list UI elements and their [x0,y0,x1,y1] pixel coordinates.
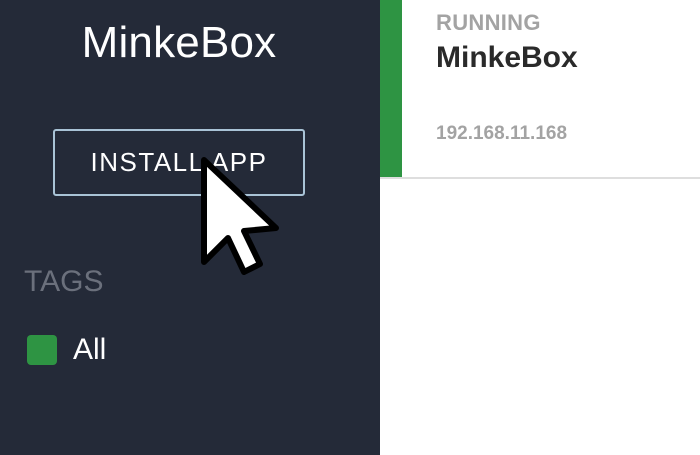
app-status: RUNNING [436,10,541,35]
app-card[interactable]: RUNNING MinkeBox 192.168.11.168 [380,0,700,179]
sidebar: MinkeBox INSTALL APP TAGS All [0,0,380,455]
app-name: MinkeBox [436,41,578,74]
app-title: MinkeBox [81,18,277,67]
install-app-button[interactable]: INSTALL APP [53,129,305,196]
color-swatch-icon [27,335,57,365]
status-indicator-bar [380,0,402,177]
tags-heading: TAGS [24,265,104,298]
tag-label: All [73,333,107,366]
app-ip-address: 192.168.11.168 [436,123,568,144]
tag-item-all[interactable]: All [27,333,106,367]
